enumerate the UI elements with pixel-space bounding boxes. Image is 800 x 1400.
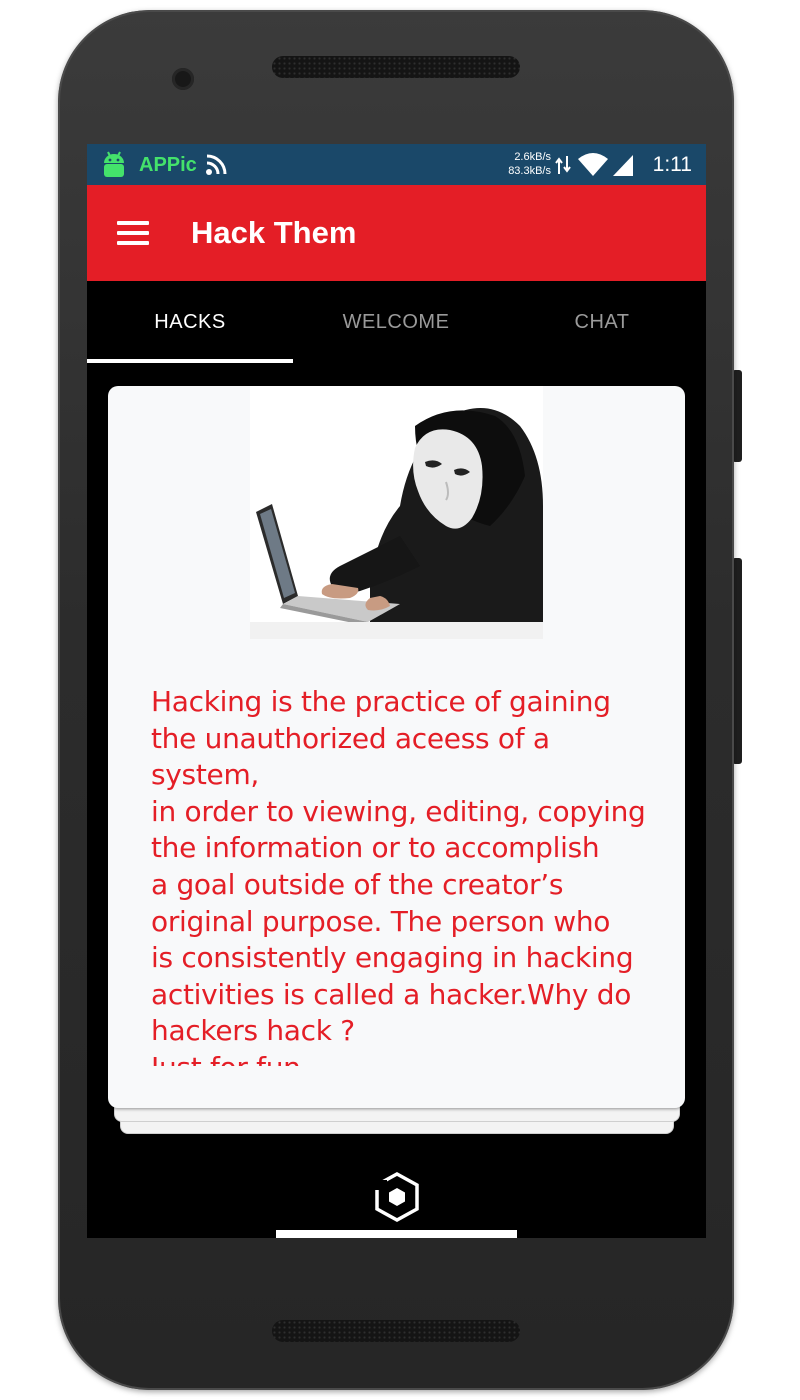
cell-signal-icon	[611, 153, 635, 177]
tab-chat[interactable]: CHAT	[499, 281, 705, 363]
tab-indicator	[87, 359, 293, 363]
top-speaker-grille	[272, 56, 520, 78]
front-camera	[172, 68, 194, 90]
android-icon	[101, 150, 127, 180]
screen: APPic 2.6kB/s 83.3kB/s 1:11 Hack Them HA…	[87, 144, 706, 1238]
status-clock: 1:11	[652, 153, 692, 176]
hack-description: Hacking is the practice of gaining the u…	[151, 685, 646, 1066]
bottom-speaker-grille	[272, 1320, 520, 1342]
hexagon-logo-icon[interactable]	[370, 1170, 424, 1224]
hack-info-card[interactable]: Hacking is the practice of gaining the u…	[108, 386, 685, 1108]
app-name: APPic	[139, 153, 197, 176]
wifi-icon	[577, 153, 609, 177]
network-speed: 2.6kB/s 83.3kB/s	[501, 150, 551, 178]
app-bar-title: Hack Them	[191, 215, 357, 250]
rss-icon	[205, 154, 227, 176]
tab-welcome[interactable]: WELCOME	[293, 281, 499, 363]
data-transfer-icon	[555, 154, 571, 176]
status-icons	[555, 152, 635, 178]
hacker-image	[250, 386, 543, 639]
device-mockup: APPic 2.6kB/s 83.3kB/s 1:11 Hack Them HA…	[0, 0, 800, 1400]
status-left: APPic	[101, 150, 227, 180]
tab-hacks[interactable]: HACKS	[87, 281, 293, 363]
net-download-speed: 83.3kB/s	[508, 165, 551, 177]
app-bar: Hack Them	[87, 185, 706, 281]
tab-bar: HACKS WELCOME CHAT	[87, 281, 706, 363]
status-bar: APPic 2.6kB/s 83.3kB/s 1:11	[87, 144, 706, 185]
net-upload-speed: 2.6kB/s	[514, 151, 551, 163]
gesture-nav-bar[interactable]	[276, 1230, 517, 1238]
hamburger-menu-icon[interactable]	[117, 221, 151, 247]
